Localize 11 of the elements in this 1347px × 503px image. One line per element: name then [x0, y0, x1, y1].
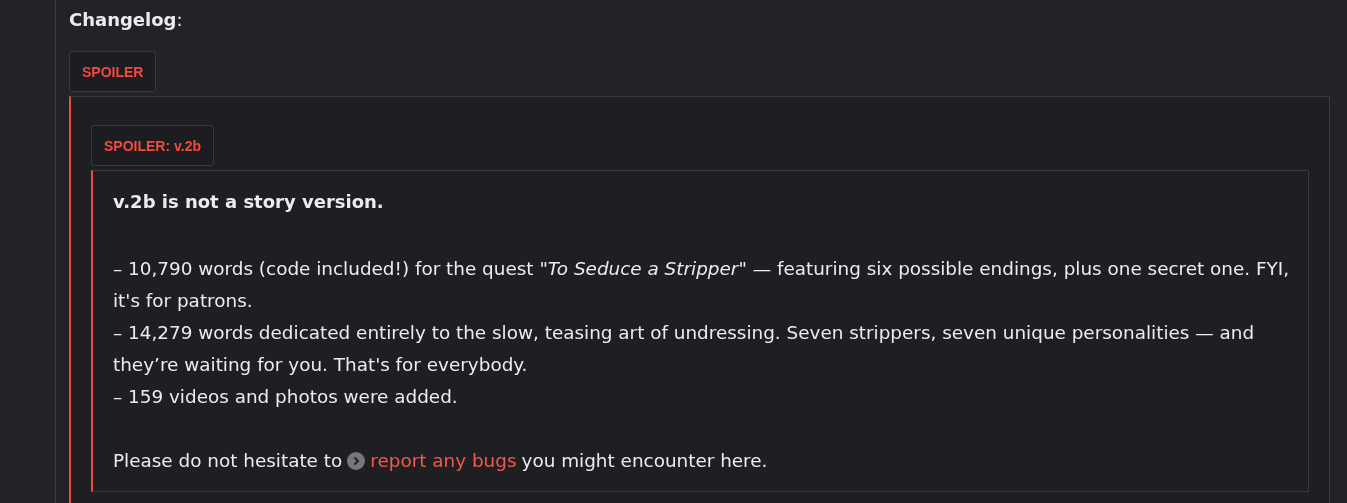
changelog-item: – 10,790 words (code included!) for the quest "To Seduce a Stripper" — featuring six possible endings, plus one secret one. FYI, it's for patrons.: [113, 257, 1290, 313]
footer-text: Please do not hesitate to: [113, 449, 343, 473]
footer-text: you might encounter here.: [521, 449, 768, 473]
post-title: v.2b is not a story version.: [113, 190, 385, 214]
spoiler-button[interactable]: SPOILER: [69, 51, 157, 92]
changelog-item: – 14,279 words dedicated entirely to the slow, teasing art of undressing. Seven strippers, seven unique personalities — and they’re waiting for you. That's for everybody.: [113, 321, 1256, 377]
report-bugs-link[interactable]: report any bugs: [370, 445, 517, 477]
section-heading: Changelog:: [69, 8, 184, 32]
chevron-icon: [347, 452, 366, 470]
spoiler-button[interactable]: SPOILER: v.2b: [91, 125, 214, 166]
changelog-item: – 159 videos and photos were added.: [113, 385, 459, 409]
